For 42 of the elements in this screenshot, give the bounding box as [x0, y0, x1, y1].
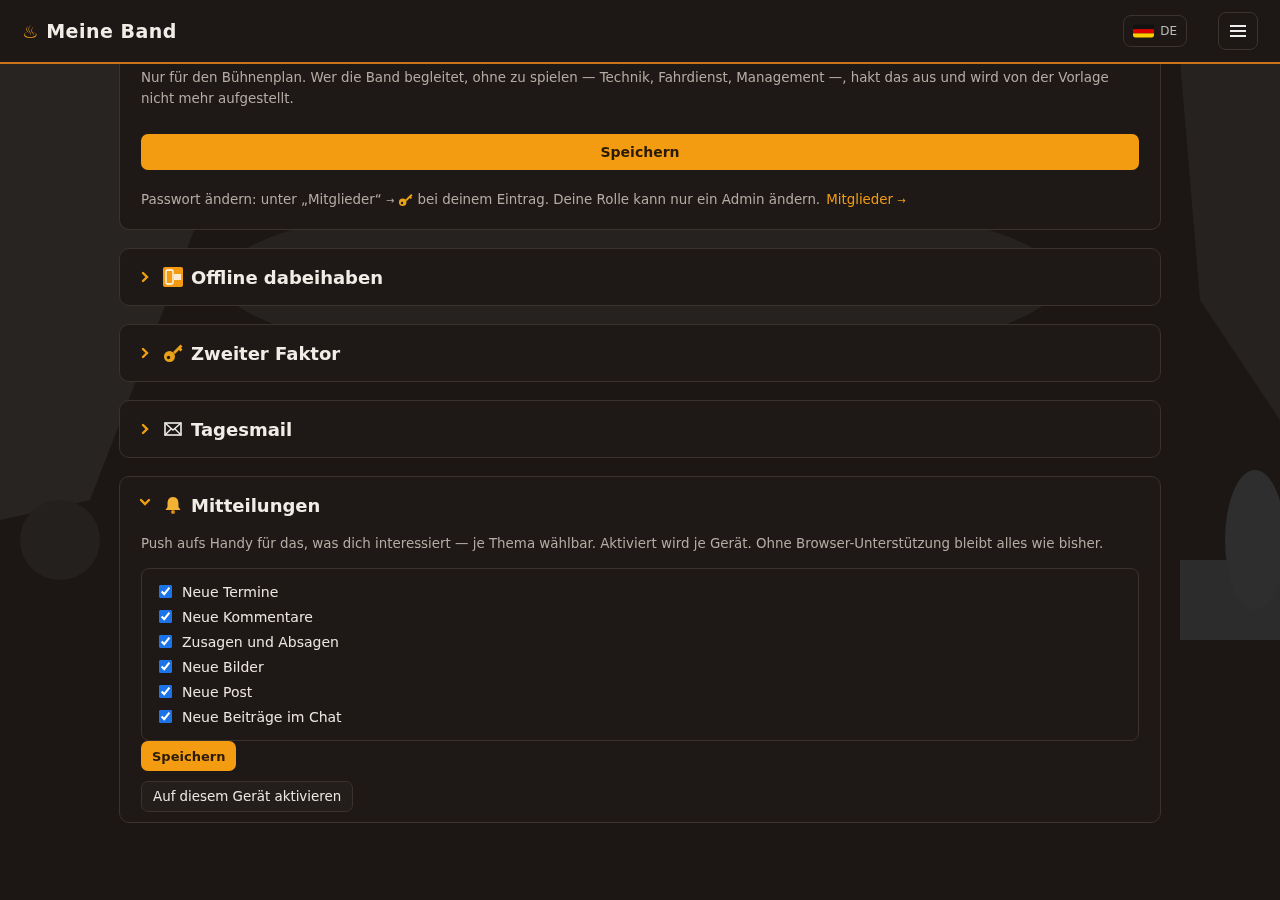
- role-hint: bei deinem Eintrag. Deine Rolle kann nur ein Admin ändern.: [417, 192, 821, 207]
- activate-button[interactable]: Auf diesem Gerät aktivieren: [141, 781, 354, 812]
- key-icon: [163, 343, 183, 363]
- chevron-icon: [141, 347, 149, 359]
- section-title: Zweiter Faktor: [191, 342, 341, 364]
- section-header[interactable]: Offline dabeihaben: [141, 249, 1139, 305]
- stage-plan-note: Nur für den Bühnenplan. Wer die Band begleitet, ohne zu spielen — Technik, Fahrdienst, Management —, hakt das aus und wird von der Vorlage nicht mehr aufgestellt.: [141, 69, 1110, 108]
- save-button[interactable]: Speichern: [141, 134, 1139, 170]
- chevron-icon: [139, 498, 151, 506]
- section-title: Tagesmail: [191, 418, 293, 440]
- bell-icon: [163, 495, 183, 515]
- topic-checkbox[interactable]: [159, 710, 172, 723]
- section-header[interactable]: Tagesmail: [141, 401, 1139, 457]
- section-description: Push aufs Handy für das, was dich interessiert — je Thema wählbar. Aktiviert wird je Gerät. Ohne Browser-Unterstützung bleibt alles wie bisher.: [141, 535, 1105, 553]
- chevron-icon: [141, 423, 149, 435]
- topic-checkbox[interactable]: [159, 610, 172, 623]
- menu-icon: [1230, 24, 1246, 38]
- topic-checkbox[interactable]: [159, 585, 172, 598]
- topic-label: Neue Bilder: [182, 658, 264, 675]
- topic-checkbox[interactable]: [159, 685, 172, 698]
- flag-icon: [1133, 24, 1155, 38]
- language-button[interactable]: DE: [1123, 15, 1187, 47]
- topic-label: Neue Kommentare: [182, 608, 313, 625]
- key-icon: [398, 192, 414, 207]
- topic-label: Neue Post: [182, 683, 253, 700]
- section-header[interactable]: Zweiter Faktor: [141, 325, 1139, 381]
- section-title: Offline dabeihaben: [191, 266, 383, 288]
- save-button[interactable]: Speichern: [141, 741, 237, 771]
- members-link[interactable]: Mitglieder →: [826, 192, 906, 207]
- section-header[interactable]: Mitteilungen: [141, 477, 1139, 533]
- topic-label: Neue Beiträge im Chat: [182, 708, 342, 725]
- brand-logo: ♨: [22, 20, 39, 42]
- topic-label: Neue Termine: [182, 583, 279, 600]
- app-title: Meine Band: [46, 20, 177, 42]
- envelope-icon: [163, 419, 183, 439]
- menu-button[interactable]: [1218, 12, 1258, 50]
- chevron-icon: [141, 271, 149, 283]
- topic-checkbox[interactable]: [159, 660, 172, 673]
- topic-checkbox[interactable]: [159, 635, 172, 648]
- password-hint: Passwort ändern: unter „Mitglieder“ →: [141, 192, 395, 207]
- section-title: Mitteilungen: [191, 494, 321, 516]
- topic-label: Zusagen und Absagen: [182, 633, 339, 650]
